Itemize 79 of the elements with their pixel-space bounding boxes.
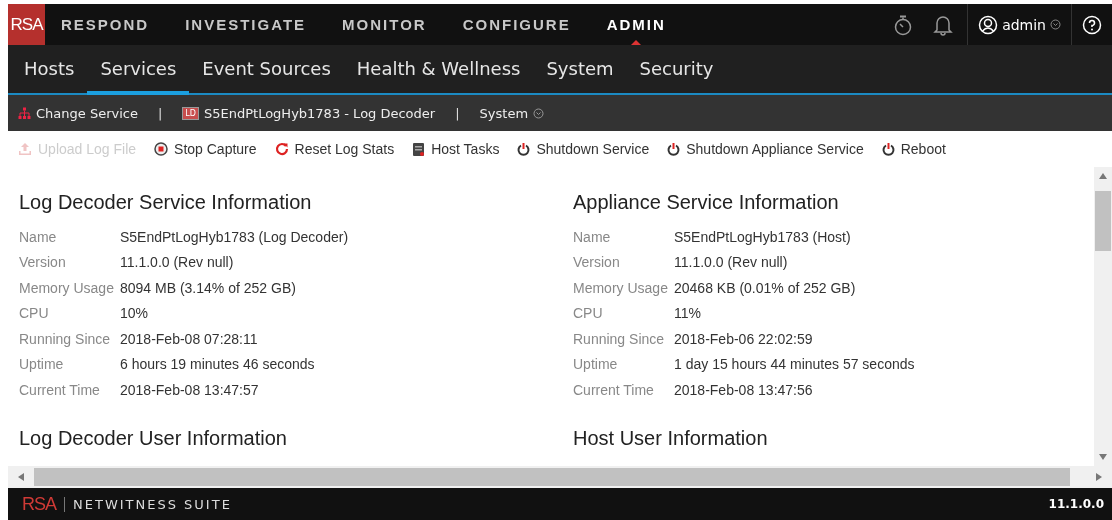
nav-tab[interactable]: System [533, 45, 627, 95]
separator: | [157, 105, 163, 121]
field-value: 2018-Feb-08 07:28:11 [120, 330, 258, 347]
version-label: 11.1.0.0 [1048, 497, 1104, 511]
change-service-link[interactable]: Change Service [18, 105, 138, 121]
field-value: 11.1.0.0 (Rev null) [120, 254, 234, 271]
field-label: CPU [573, 305, 604, 322]
toolbar-button[interactable]: Reboot [881, 141, 946, 157]
toolbar-button[interactable]: Stop Capture [154, 141, 257, 157]
field-label: Running Since [573, 330, 666, 347]
section-title: Log Decoder User Information [19, 426, 288, 450]
field-value: 6 hours 19 minutes 46 seconds [120, 356, 315, 373]
arrow-icon[interactable] [1099, 453, 1107, 461]
field-value: 8094 MB (3.14% of 252 GB) [120, 279, 296, 296]
nav-tab[interactable]: Security [626, 45, 727, 95]
section-title: Appliance Service Information [573, 191, 840, 214]
power-icon [517, 142, 531, 156]
field-label: CPU [19, 305, 50, 322]
power-icon [667, 142, 681, 156]
server-icon [412, 141, 426, 157]
arrow-icon[interactable] [17, 473, 25, 481]
refresh-icon [274, 142, 289, 156]
stop-icon [154, 142, 169, 156]
section-title: Host User Information [573, 426, 769, 450]
field-label: Version [573, 254, 621, 271]
field-label: Name [573, 228, 612, 245]
nav-tab[interactable]: MONITOR [326, 4, 443, 45]
field-value: 10% [120, 305, 149, 322]
field-value: 11.1.0.0 (Rev null) [674, 254, 788, 271]
stopwatch-icon[interactable] [893, 13, 914, 36]
service-badge: LD [182, 106, 199, 120]
arrow-icon[interactable] [1095, 473, 1103, 481]
field-value: S5EndPtLogHyb1783 (Log Decoder) [120, 228, 349, 245]
service-link[interactable]: LD S5EndPtLogHyb1783 - Log Decoder [182, 105, 436, 121]
nav-tab[interactable]: INVESTIGATE [169, 4, 323, 45]
toolbar-button[interactable]: Shutdown Appliance Service [667, 141, 864, 157]
logo: RSA [8, 4, 45, 45]
caret-icon [533, 107, 545, 119]
field-value: S5EndPtLogHyb1783 (Host) [674, 228, 851, 245]
field-label: Uptime [19, 356, 65, 373]
field-value: 2018-Feb-08 13:47:56 [674, 381, 813, 398]
nav-tab[interactable]: Event Sources [189, 45, 344, 95]
horizontal-scrollbar[interactable] [8, 466, 1112, 488]
field-label: Uptime [573, 356, 619, 373]
user-icon [978, 14, 999, 35]
upload-icon [18, 142, 32, 156]
nav-tab[interactable]: Hosts [11, 45, 88, 95]
toolbar-button[interactable]: Reset Log Stats [274, 141, 395, 157]
nav-tab[interactable]: Health & Wellness [343, 45, 534, 95]
field-label: Name [19, 228, 58, 245]
field-value: 20468 KB (0.01% of 252 GB) [674, 279, 856, 296]
field-value: 11% [674, 305, 701, 322]
vertical-scrollbar[interactable] [1094, 167, 1112, 466]
view-dropdown[interactable]: System [479, 105, 545, 121]
toolbar-button[interactable]: Shutdown Service [517, 141, 650, 157]
field-label: Current Time [19, 381, 101, 398]
field-label: Running Since [19, 330, 112, 347]
section-title: Log Decoder Service Information [19, 191, 313, 214]
field-value: 2018-Feb-08 13:47:57 [120, 381, 259, 398]
bell-icon[interactable] [933, 13, 954, 36]
product-name: NETWITNESS SUITE [64, 496, 232, 512]
footer-logo: RSA [22, 493, 56, 515]
field-value: 1 day 15 hours 44 minutes 57 seconds [674, 356, 915, 373]
field-label: Memory Usage [573, 279, 669, 296]
caret-icon [1050, 19, 1061, 30]
field-label: Version [19, 254, 67, 271]
power-icon [881, 142, 895, 156]
toolbar-button[interactable]: Host Tasks [412, 141, 500, 157]
scroll-thumb[interactable] [1095, 191, 1111, 251]
scroll-thumb[interactable] [34, 468, 1070, 486]
field-label: Current Time [573, 381, 655, 398]
field-value: 2018-Feb-06 22:02:59 [674, 330, 813, 347]
help-icon[interactable] [1082, 14, 1102, 35]
arrow-icon[interactable] [1099, 172, 1107, 180]
hierarchy-icon [18, 106, 31, 120]
nav-tab[interactable]: CONFIGURE [446, 4, 587, 45]
separator: | [455, 105, 460, 121]
nav-tab[interactable]: RESPOND [45, 4, 166, 45]
field-label: Memory Usage [19, 279, 115, 296]
